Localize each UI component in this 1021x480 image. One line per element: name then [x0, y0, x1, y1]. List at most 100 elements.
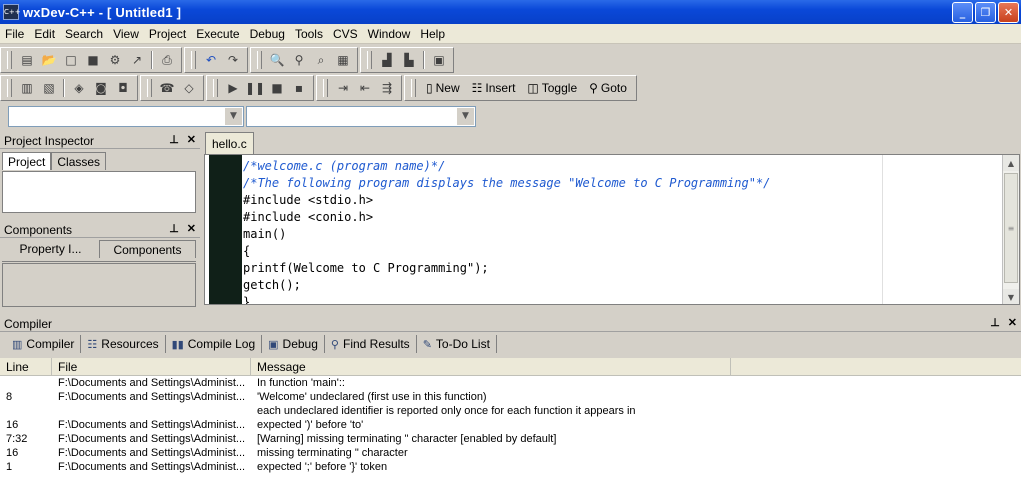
search-toolbar: 🔍 ⚲ ⌕ ▦	[250, 47, 358, 73]
pin-icon[interactable]: ⊥	[169, 222, 179, 235]
run-icon[interactable]: ▧	[38, 78, 60, 98]
help-toolbar: ☎ ◇	[140, 75, 204, 101]
bookmark-toggle-icon: ◫	[527, 81, 539, 95]
compile-toolbar: ▥ ▧ ◈ ◙ ◘	[0, 75, 138, 101]
table-row[interactable]: 16 F:\Documents and Settings\Administ... e…	[0, 418, 1021, 432]
redo-icon[interactable]: ↷	[222, 50, 244, 70]
new-file-icon[interactable]: □	[60, 50, 82, 70]
tab-resources[interactable]: ☷ Resources	[81, 335, 166, 353]
maximize-button[interactable]: ❐	[975, 2, 996, 23]
code-text[interactable]: /*welcome.c (program name)*/ /*The follow…	[243, 158, 770, 304]
resources-icon: ☷	[87, 338, 98, 351]
chevron-down-icon[interactable]: ▼	[225, 107, 242, 125]
goto-button[interactable]: ⚲ Goto	[583, 78, 633, 98]
add-to-project-icon[interactable]: ▟	[376, 50, 398, 70]
debug-icon[interactable]: ◘	[112, 78, 134, 98]
about-icon[interactable]: ◇	[178, 78, 200, 98]
table-row[interactable]: 7:32 F:\Documents and Settings\Administ..…	[0, 432, 1021, 446]
find-icon[interactable]: 🔍	[266, 50, 288, 70]
table-header: Line File Message	[0, 358, 1021, 376]
menu-tools[interactable]: Tools	[290, 27, 328, 41]
close-panel-icon[interactable]: ✕	[187, 222, 196, 235]
indent-icon[interactable]: ⇥	[332, 78, 354, 98]
pin-icon[interactable]: ⊥	[169, 133, 179, 146]
code-line: getch();	[243, 278, 301, 292]
project-options-icon[interactable]: ▣	[428, 50, 450, 70]
pause-icon[interactable]: ❚❚	[244, 78, 266, 98]
compiler-results-table[interactable]: Line File Message F:\Documents and Setti…	[0, 358, 1021, 480]
menu-debug[interactable]: Debug	[245, 27, 290, 41]
menu-window[interactable]: Window	[363, 27, 416, 41]
scroll-thumb[interactable]: ≡	[1004, 173, 1018, 283]
menu-execute[interactable]: Execute	[191, 27, 244, 41]
menu-search[interactable]: Search	[60, 27, 108, 41]
menu-project[interactable]: Project	[144, 27, 191, 41]
tab-debug[interactable]: ▣ Debug	[262, 335, 325, 353]
table-row[interactable]: 16 F:\Documents and Settings\Administ... m…	[0, 446, 1021, 460]
table-row[interactable]: 1 F:\Documents and Settings\Administ... ex…	[0, 460, 1021, 474]
class-combo[interactable]: ▼	[8, 105, 244, 127]
save-all-icon[interactable]: ⚙	[104, 50, 126, 70]
play-icon[interactable]: ▶	[222, 78, 244, 98]
toggle-button[interactable]: ◫ Toggle	[521, 78, 583, 98]
help-icon[interactable]: ☎	[156, 78, 178, 98]
new-project-icon[interactable]: ▤	[16, 50, 38, 70]
tab-components[interactable]: Components	[99, 240, 196, 258]
close-button[interactable]: ✕	[998, 2, 1019, 23]
replace-icon[interactable]: ⚲	[288, 50, 310, 70]
editor-scrollbar[interactable]: ▲ ≡ ▼	[1002, 155, 1019, 304]
undo-icon[interactable]: ↶	[200, 50, 222, 70]
code-editor[interactable]: /*welcome.c (program name)*/ /*The follow…	[204, 154, 1020, 305]
compile-run-icon[interactable]: ◈	[68, 78, 90, 98]
tab-compile-log[interactable]: ▮▮ Compile Log	[166, 335, 263, 353]
table-row[interactable]: each undeclared identifier is reported o…	[0, 404, 1021, 418]
scroll-down-icon[interactable]: ▼	[1003, 289, 1019, 304]
tab-project[interactable]: Project	[2, 152, 52, 170]
stop-icon[interactable]: ■	[82, 50, 104, 70]
unindent-icon[interactable]: ⇤	[354, 78, 376, 98]
remove-from-project-icon[interactable]: ▙	[398, 50, 420, 70]
close-panel-icon[interactable]: ✕	[1008, 316, 1017, 329]
column-header-message[interactable]: Message	[251, 358, 731, 375]
tab-hello-c[interactable]: hello.c	[205, 132, 254, 154]
tab-classes[interactable]: Classes	[51, 152, 107, 170]
menu-view[interactable]: View	[108, 27, 144, 41]
compiler-tabs: ▥ Compiler ☷ Resources ▮▮ Compile Log ▣ Debu…	[0, 333, 497, 355]
menu-edit[interactable]: Edit	[29, 27, 60, 41]
stop-debug-icon[interactable]: ■	[266, 78, 288, 98]
code-line: #include <conio.h>	[243, 210, 374, 224]
close-file-icon[interactable]: ↗	[126, 50, 148, 70]
open-icon[interactable]: 📂	[38, 50, 60, 70]
tab-find-results[interactable]: ⚲ Find Results	[325, 335, 417, 353]
app-icon: C++	[3, 4, 21, 20]
table-row[interactable]: 8 F:\Documents and Settings\Administ... 'W…	[0, 390, 1021, 404]
scroll-up-icon[interactable]: ▲	[1003, 155, 1019, 171]
member-combo[interactable]: ▼	[246, 105, 476, 127]
tab-compiler[interactable]: ▥ Compiler	[6, 335, 82, 353]
print-icon[interactable]: ⎙	[156, 50, 178, 70]
project-tree[interactable]	[2, 171, 196, 213]
column-header-file[interactable]: File	[52, 358, 251, 375]
new-button[interactable]: ▯ New	[420, 78, 466, 98]
components-area[interactable]	[2, 263, 196, 307]
menu-help[interactable]: Help	[415, 27, 450, 41]
close-panel-icon[interactable]: ✕	[187, 133, 196, 146]
pin-icon[interactable]: ⊥	[990, 316, 1000, 329]
rebuild-icon[interactable]: ◙	[90, 78, 112, 98]
project-inspector-tabs: Project Classes	[2, 152, 107, 170]
toggle-comment-icon[interactable]: ⇶	[376, 78, 398, 98]
column-header-line[interactable]: Line	[0, 358, 52, 375]
debug-toolbar: ▶ ❚❚ ■ ▪	[206, 75, 314, 101]
table-row[interactable]: F:\Documents and Settings\Administ... In …	[0, 376, 1021, 390]
minimize-button[interactable]: _	[952, 2, 973, 23]
tab-property-inspector[interactable]: Property I...	[2, 240, 99, 258]
find-next-icon[interactable]: ⌕	[310, 50, 332, 70]
compile-icon[interactable]: ▥	[16, 78, 38, 98]
tab-todo-list[interactable]: ✎ To-Do List	[417, 335, 497, 353]
insert-button[interactable]: ☷ Insert	[466, 78, 522, 98]
menu-cvs[interactable]: CVS	[328, 27, 363, 41]
menu-file[interactable]: File	[0, 27, 29, 41]
chevron-down-icon[interactable]: ▼	[457, 107, 474, 125]
goto-line-icon[interactable]: ▦	[332, 50, 354, 70]
step-icon[interactable]: ▪	[288, 78, 310, 98]
